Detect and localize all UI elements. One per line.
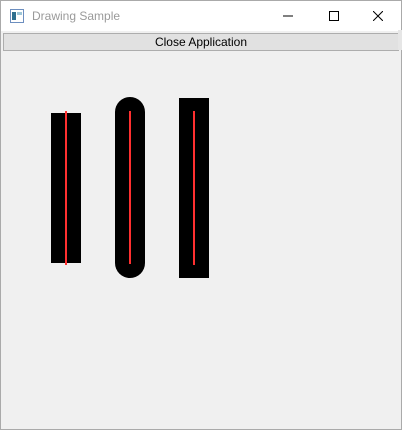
window-edge [398, 30, 402, 50]
app-icon [10, 9, 24, 23]
minimize-button[interactable] [265, 1, 311, 31]
maximize-icon [329, 11, 339, 21]
title-bar[interactable]: Drawing Sample [1, 1, 401, 31]
app-window: Drawing Sample Close Application [0, 0, 402, 430]
close-icon [373, 11, 383, 21]
window-title: Drawing Sample [32, 9, 121, 23]
drawing-canvas [51, 97, 209, 278]
minimize-icon [283, 15, 293, 17]
close-application-button[interactable]: Close Application [3, 33, 399, 51]
maximize-button[interactable] [311, 1, 357, 31]
close-button[interactable] [355, 1, 401, 31]
